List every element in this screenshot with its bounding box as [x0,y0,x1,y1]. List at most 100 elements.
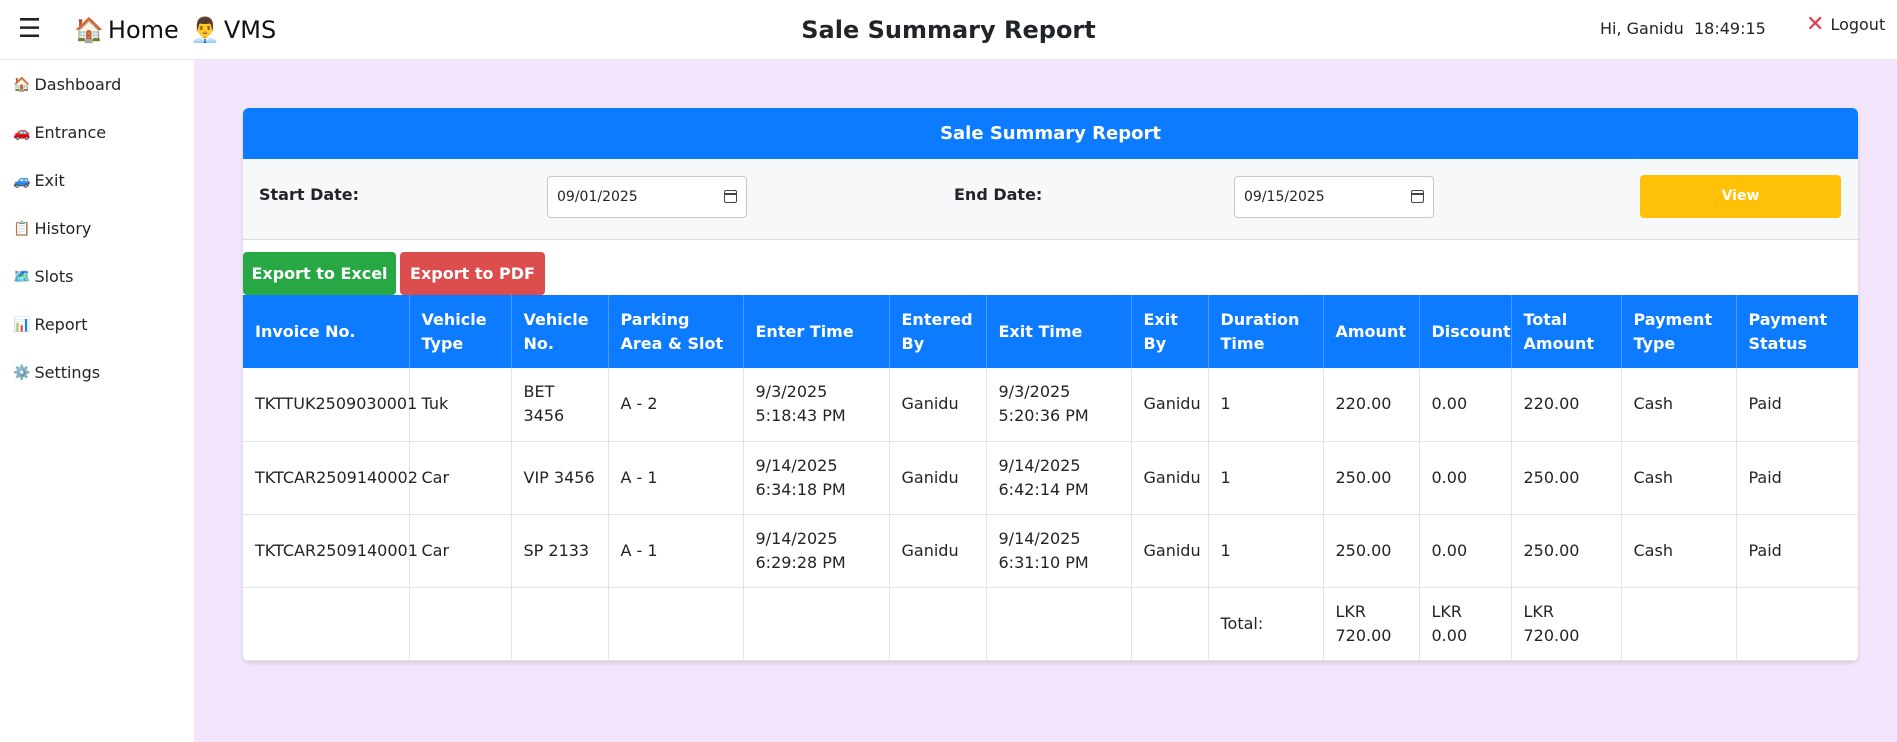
table-cell: TKTCAR2509140001 [243,514,418,588]
nav-home-link[interactable]: 🏠 Home [74,14,179,46]
table-cell: Ganidu [1131,368,1209,442]
table-cell: 250.00 [1511,441,1622,515]
suv-icon: 🚙 [13,173,31,189]
view-button[interactable]: View [1640,175,1841,218]
table-cell: SP 2133 [511,514,609,588]
table-cell [889,587,987,661]
table-cell: 9/14/2025 6:34:18 PM [743,441,890,515]
export-pdf-button[interactable]: Export to PDF [400,252,545,295]
sidebar-item-exit[interactable]: 🚙 Exit [13,171,65,191]
table-cell: Car [409,441,512,515]
car-icon: 🚗 [13,125,31,141]
table-cell [608,587,744,661]
sidebar-item-label: Dashboard [34,75,122,94]
logout-label: Logout [1830,15,1886,34]
start-date-input[interactable]: 09/01/2025 [547,176,747,218]
sidebar-item-label: Exit [34,171,65,190]
table-cell: Cash [1621,368,1737,442]
column-header: Payment Type [1621,295,1737,368]
table-cell [1131,587,1209,661]
sales-table: Invoice No. Vehicle Type Vehicle No. Par… [243,295,1858,661]
column-header: Entered By [889,295,987,368]
calendar-icon[interactable] [1411,190,1424,203]
sidebar-item-slots[interactable]: 🗺️ Slots [13,267,73,287]
table-cell: 250.00 [1323,514,1420,588]
table-cell: 0.00 [1419,441,1512,515]
table-cell [743,587,890,661]
column-header: Enter Time [743,295,890,368]
table-cell: 1 [1208,514,1324,588]
sidebar-item-dashboard[interactable]: 🏠 Dashboard [13,75,121,95]
person-icon: 👨‍💼 [190,16,220,44]
table-cell: 9/14/2025 6:29:28 PM [743,514,890,588]
column-header: Parking Area & Slot [608,295,744,368]
table-cell: Paid [1736,514,1858,588]
table-cell: 250.00 [1511,514,1622,588]
top-navbar: ☰ 🏠 Home 👨‍💼 VMS Sale Summary Report Hi,… [0,0,1897,60]
report-card: Sale Summary Report Start Date: 09/01/20… [243,108,1858,661]
table-cell [511,587,609,661]
total-amount: LKR 720.00 [1323,587,1420,661]
table-cell: VIP 3456 [511,441,609,515]
table-cell: 0.00 [1419,368,1512,442]
table-cell: Ganidu [1131,441,1209,515]
export-excel-button[interactable]: Export to Excel [243,252,396,295]
house-icon: 🏠 [13,77,31,93]
sidebar-item-history[interactable]: 📋 History [13,219,91,239]
table-cell [409,587,512,661]
table-cell [986,587,1132,661]
table-cell: Ganidu [889,368,987,442]
sidebar-item-settings[interactable]: ⚙️ Settings [13,363,100,383]
calendar-icon[interactable] [724,190,737,203]
column-header: Discount [1419,295,1512,368]
table-cell: 220.00 [1511,368,1622,442]
date-filter-bar: Start Date: 09/01/2025 End Date: 09/15/2… [243,159,1858,240]
gear-icon: ⚙️ [13,365,31,381]
hamburger-menu-icon[interactable]: ☰ [18,14,41,44]
end-date-input[interactable]: 09/15/2025 [1234,176,1434,218]
nav-home-label: Home [107,16,179,44]
end-date-label: End Date: [954,185,1043,204]
bar-chart-icon: 📊 [13,317,31,333]
table-cell: TKTCAR2509140002 [243,441,418,515]
report-header: Sale Summary Report [243,108,1858,159]
column-header: Exit Time [986,295,1132,368]
start-date-label: Start Date: [259,185,360,204]
column-header: Vehicle No. [511,295,609,368]
table-cell: Paid [1736,368,1858,442]
table-row: TKTTUK2509030001 Tuk BET 3456 A - 2 9/3/… [243,368,1858,442]
sidebar-item-label: Report [34,315,88,334]
sidebar-item-entrance[interactable]: 🚗 Entrance [13,123,106,143]
table-cell: Tuk [409,368,512,442]
table-cell: 220.00 [1323,368,1420,442]
house-icon: 🏠 [74,16,104,44]
table-cell: BET 3456 [511,368,609,442]
column-header: Vehicle Type [409,295,512,368]
sidebar-item-label: Slots [34,267,74,286]
sidebar-item-label: History [34,219,92,238]
table-cell: 1 [1208,441,1324,515]
table-header-row: Invoice No. Vehicle Type Vehicle No. Par… [243,295,1858,368]
sidebar: 🏠 Dashboard 🚗 Entrance 🚙 Exit 📋 History … [0,60,194,742]
logout-button[interactable]: ✕ Logout [1806,14,1885,36]
table-cell: 9/14/2025 6:31:10 PM [986,514,1132,588]
table-total-row: Total: LKR 720.00 LKR 0.00 LKR 720.00 [243,587,1858,661]
table-cell: A - 2 [608,368,744,442]
sidebar-item-report[interactable]: 📊 Report [13,315,87,335]
column-header: Payment Status [1736,295,1858,368]
table-cell: 9/3/2025 5:20:36 PM [986,368,1132,442]
table-cell: 1 [1208,368,1324,442]
sidebar-item-label: Settings [34,363,101,382]
column-header: Amount [1323,295,1420,368]
user-greeting: Hi, Ganidu [1600,19,1684,38]
table-cell: Ganidu [1131,514,1209,588]
total-label: Total: [1208,587,1324,661]
nav-vms-label: VMS [223,16,277,44]
table-cell: Car [409,514,512,588]
table-cell: Paid [1736,441,1858,515]
close-icon: ✕ [1806,12,1825,37]
total-grand-amount: LKR 720.00 [1511,587,1622,661]
nav-vms-link[interactable]: 👨‍💼 VMS [190,14,276,46]
table-cell: Ganidu [889,441,987,515]
table-cell: TKTTUK2509030001 [243,368,417,442]
